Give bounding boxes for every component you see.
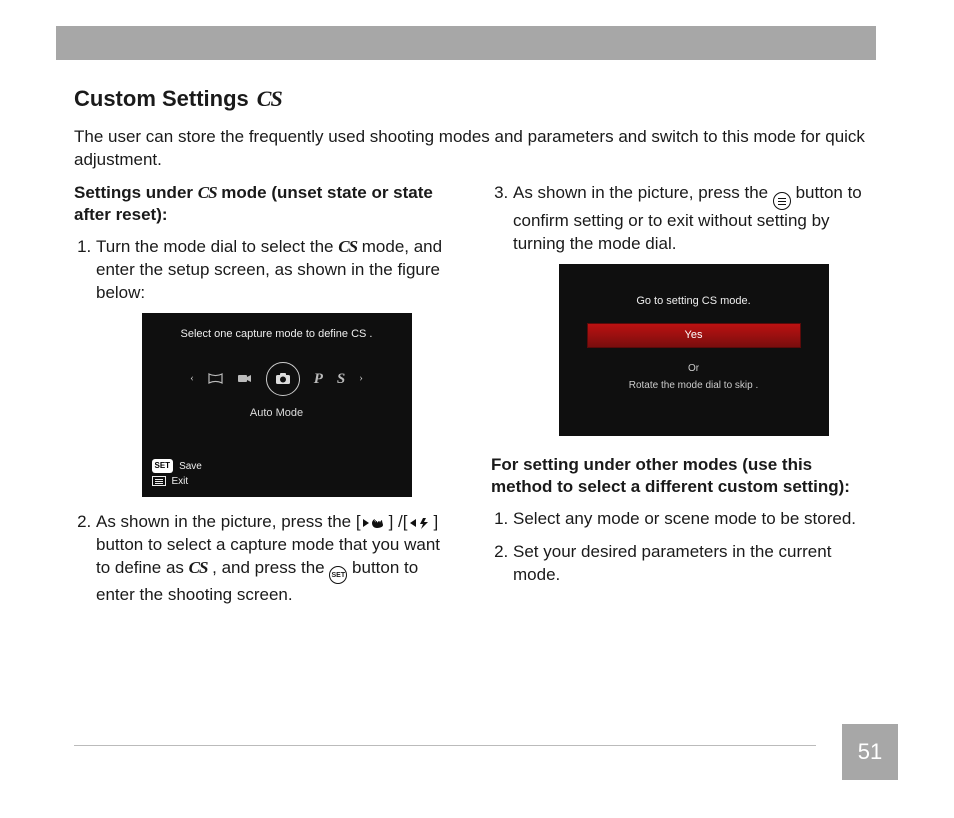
step3-a: As shown in the picture, press the — [513, 183, 773, 202]
step2-d: , and press the — [207, 558, 329, 577]
or-label: Or — [587, 362, 801, 376]
video-icon — [237, 373, 252, 384]
save-label: Save — [179, 459, 202, 474]
skip-label: Rotate the mode dial to skip . — [587, 379, 801, 393]
left-subhead: Settings under CS mode (unset state or s… — [74, 182, 457, 226]
right-subhead: For setting under other modes (use this … — [491, 454, 874, 498]
other-modes-steps: Select any mode or scene mode to be stor… — [491, 508, 874, 587]
cs-mode-icon: CS — [257, 86, 282, 112]
right-steps-cont: As shown in the picture, press the butto… — [491, 182, 874, 436]
footer-rule — [74, 745, 816, 746]
subhead-pre: Settings under — [74, 183, 198, 202]
lcd-prompt: Select one capture mode to define CS . — [154, 327, 400, 342]
lcd-screen-confirm: Go to setting CS mode. Yes Or Rotate the… — [559, 264, 829, 436]
step2-b: ] /[ — [389, 512, 408, 531]
page-title: Custom Settings CS — [74, 86, 874, 112]
step2-a: As shown in the picture, press the [ — [96, 512, 361, 531]
title-text: Custom Settings — [74, 86, 249, 112]
page-content: Custom Settings CS The user can store th… — [74, 86, 874, 617]
auto-mode-label: Auto Mode — [154, 406, 400, 421]
other-step-2: Set your desired parameters in the curre… — [513, 541, 874, 587]
lcd-footer: SET Save Exit — [152, 459, 202, 489]
set-badge-icon: SET — [152, 459, 174, 473]
right-arrow-icon: › — [359, 371, 363, 386]
header-bar — [56, 26, 876, 60]
panorama-icon — [208, 373, 223, 384]
left-macro-button-icon — [361, 516, 389, 530]
cs-mode-icon: CS — [198, 183, 217, 202]
right-flash-button-icon — [408, 516, 434, 530]
lcd-screen-select-mode: Select one capture mode to define CS . ‹ — [142, 313, 412, 497]
step-2: As shown in the picture, press the [ ] /[… — [96, 511, 457, 608]
intro-text: The user can store the frequently used s… — [74, 126, 874, 172]
left-steps: Turn the mode dial to select the CS mode… — [74, 236, 457, 607]
step-1: Turn the mode dial to select the CS mode… — [96, 236, 457, 497]
other-step-1: Select any mode or scene mode to be stor… — [513, 508, 874, 531]
cs-mode-icon: CS — [338, 237, 357, 256]
step1-pre: Turn the mode dial to select the — [96, 237, 338, 256]
p-mode-icon: P — [314, 369, 323, 389]
auto-mode-selected — [266, 362, 300, 396]
menu-icon — [152, 476, 166, 486]
yes-button[interactable]: Yes — [587, 323, 801, 348]
s-mode-icon: S — [337, 369, 345, 389]
right-column: As shown in the picture, press the butto… — [491, 182, 874, 618]
menu-button-icon — [773, 192, 791, 210]
mode-carousel: ‹ P S › — [154, 362, 400, 396]
lcd2-title: Go to setting CS mode. — [587, 294, 801, 309]
step-3: As shown in the picture, press the butto… — [513, 182, 874, 436]
left-arrow-icon: ‹ — [190, 371, 194, 386]
camera-icon — [275, 372, 291, 385]
exit-label: Exit — [172, 474, 189, 489]
left-column: Settings under CS mode (unset state or s… — [74, 182, 457, 618]
page-number: 51 — [842, 724, 898, 780]
cs-mode-icon: CS — [189, 558, 208, 577]
set-button-icon: SET — [329, 566, 347, 584]
